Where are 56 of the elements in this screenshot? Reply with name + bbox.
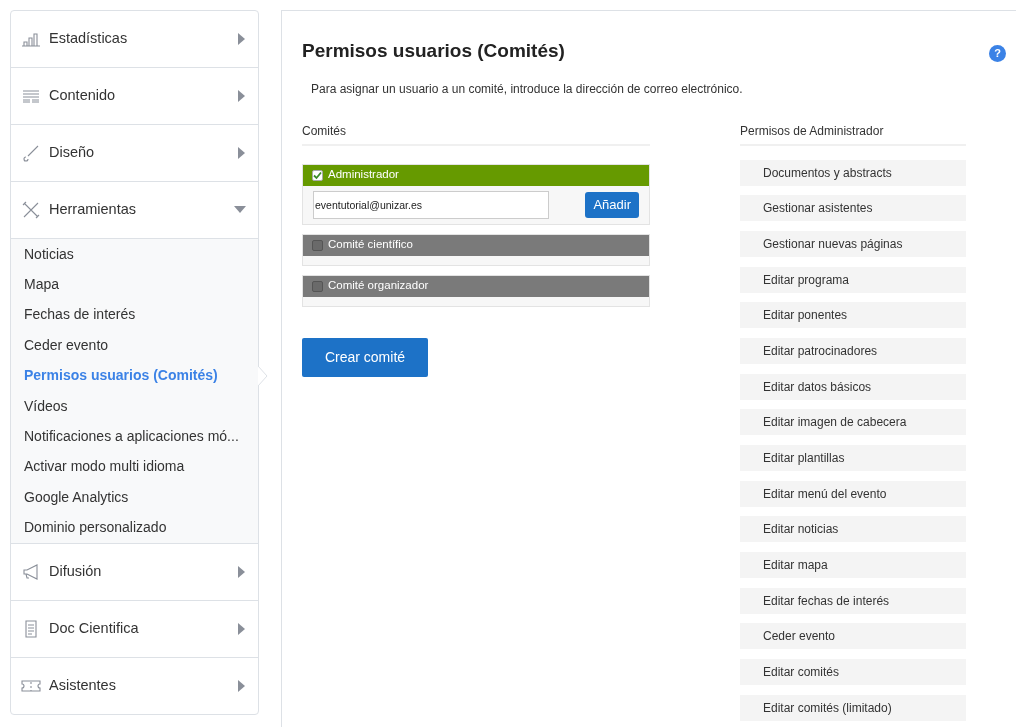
- sidebar-item[interactable]: Mapa: [24, 274, 60, 296]
- brush-icon: [21, 143, 41, 163]
- permission-item[interactable]: Editar comités: [740, 659, 966, 686]
- checkbox[interactable]: [312, 280, 323, 292]
- check-icon: [313, 170, 322, 180]
- sidebar-item[interactable]: Google Analytics: [24, 486, 129, 508]
- caret-right-icon: [238, 90, 246, 102]
- permission-item[interactable]: Editar mapa: [740, 552, 966, 579]
- page-title: Permisos usuarios (Comités): [302, 39, 565, 63]
- permission-item[interactable]: Editar menú del evento: [740, 480, 966, 507]
- sidebar-item[interactable]: Permisos usuarios (Comités): [24, 365, 218, 387]
- sidebar-item[interactable]: Ceder evento: [24, 334, 109, 356]
- committee-header[interactable]: Comité organizador: [303, 275, 649, 297]
- checkbox[interactable]: [312, 239, 323, 251]
- caret-right-icon: [238, 622, 246, 635]
- help-icon[interactable]: ?: [989, 45, 1006, 62]
- create-committee-button[interactable]: Crear comité: [302, 337, 428, 377]
- permission-item[interactable]: Editar fechas de interés: [740, 587, 966, 614]
- caret-right-icon: [238, 33, 246, 45]
- sidebar-item[interactable]: Notificaciones a aplicaciones mó...: [24, 426, 239, 448]
- sidebar-item[interactable]: Activar modo multi idioma: [24, 456, 185, 478]
- permission-item[interactable]: Documentos y abstracts: [740, 159, 966, 186]
- permission-item[interactable]: Gestionar asistentes: [740, 195, 966, 222]
- sidebar-section[interactable]: Estadísticas: [11, 11, 258, 67]
- caret-right-icon: [238, 147, 246, 159]
- sidebar-section[interactable]: Contenido: [11, 68, 258, 124]
- permission-item[interactable]: Editar comités (limitado): [740, 694, 966, 721]
- email-field[interactable]: eventutorial@unizar.es: [313, 190, 549, 219]
- sidebar-section[interactable]: Diseño: [11, 125, 258, 181]
- sidebar-section[interactable]: Difusión: [11, 543, 258, 600]
- caret-right-icon: [238, 565, 246, 578]
- caret-down-icon: [234, 206, 246, 214]
- intro-text: Para asignar un usuario a un comité, introduce la dirección de correo electrónico.: [311, 81, 743, 96]
- permission-item[interactable]: Editar datos básicos: [740, 373, 966, 400]
- permission-item[interactable]: Gestionar nuevas páginas: [740, 230, 966, 257]
- sidebar-section[interactable]: Doc Cientifica: [11, 600, 258, 657]
- permission-item[interactable]: Editar patrocinadores: [740, 337, 966, 364]
- sidebar-section[interactable]: Herramientas: [11, 182, 258, 238]
- committee-header[interactable]: Comité científico: [303, 234, 649, 256]
- permission-item[interactable]: Editar programa: [740, 266, 966, 293]
- sidebar-item[interactable]: Dominio personalizado: [24, 517, 167, 539]
- section-heading: Permisos de Administrador: [740, 123, 884, 138]
- sidebar-item[interactable]: Fechas de interés: [24, 304, 136, 326]
- permission-item[interactable]: Ceder evento: [740, 623, 966, 650]
- checkbox[interactable]: [312, 169, 323, 181]
- sidebar-item[interactable]: Vídeos: [24, 395, 68, 417]
- permission-item[interactable]: Editar imagen de cabecera: [740, 409, 966, 436]
- permission-item[interactable]: Editar plantillas: [740, 445, 966, 471]
- permission-item[interactable]: Editar ponentes: [740, 302, 966, 329]
- megaphone-icon: [21, 561, 41, 582]
- add-button[interactable]: Añadir: [585, 191, 639, 218]
- caret-right-icon: [238, 679, 246, 692]
- section-heading: Comités: [302, 123, 346, 138]
- permission-item[interactable]: Editar noticias: [740, 516, 966, 543]
- sidebar-item[interactable]: Noticias: [24, 243, 74, 265]
- sidebar-section[interactable]: Asistentes: [11, 657, 258, 714]
